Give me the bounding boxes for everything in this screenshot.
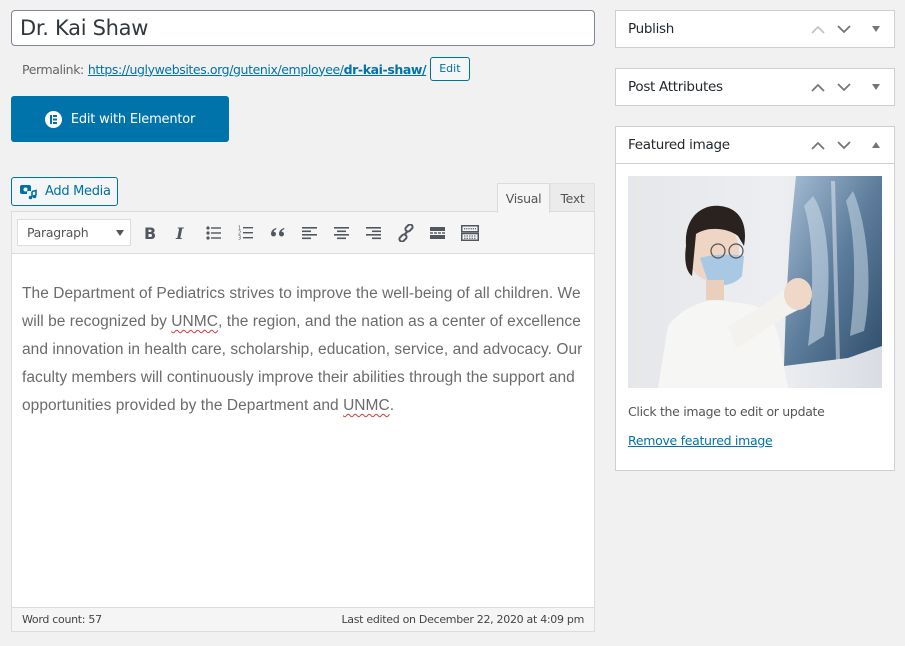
- move-down-button[interactable]: [831, 11, 857, 47]
- metabox-title: Post Attributes: [628, 79, 723, 95]
- chevron-down-icon: [837, 24, 851, 33]
- word-count: Word count: 57: [22, 613, 102, 626]
- misspelled-word[interactable]: UNMC: [171, 313, 218, 330]
- numbered-list-button[interactable]: 1 2 3: [230, 219, 262, 247]
- tab-visual[interactable]: Visual: [497, 183, 550, 213]
- publish-metabox-header[interactable]: Publish: [616, 11, 894, 47]
- bulleted-list-button[interactable]: [198, 219, 230, 247]
- toggle-panel-button[interactable]: [863, 69, 889, 105]
- permalink-row: Permalink: https://uglywebsites.org/gute…: [22, 57, 470, 81]
- svg-text:I: I: [175, 225, 184, 241]
- align-right-button[interactable]: [358, 219, 390, 247]
- content-text: .: [389, 397, 395, 414]
- last-edited: Last edited on December 22, 2020 at 4:09…: [341, 613, 584, 626]
- permalink-link[interactable]: https://uglywebsites.org/gutenix/employe…: [87, 61, 427, 77]
- chevron-up-icon: [811, 25, 825, 34]
- read-more-button[interactable]: [422, 219, 454, 247]
- permalink-edit-button[interactable]: Edit: [430, 57, 470, 81]
- link-icon: [398, 223, 414, 242]
- add-media-button[interactable]: Add Media: [11, 177, 118, 206]
- elementor-label: Edit with Elementor: [70, 111, 196, 127]
- permalink-label: Permalink:: [22, 61, 84, 77]
- align-left-icon: [302, 226, 317, 239]
- editor-statusbar: Word count: 57 Last edited on December 2…: [12, 607, 594, 631]
- format-select[interactable]: Paragraph: [17, 219, 131, 246]
- post-attributes-metabox-header[interactable]: Post Attributes: [616, 69, 894, 105]
- blockquote-button[interactable]: [262, 219, 294, 247]
- tab-text[interactable]: Text: [550, 183, 595, 212]
- add-media-label: Add Media: [45, 184, 111, 199]
- featured-image-metabox: Featured image Click the image to edit o…: [615, 126, 895, 471]
- blockquote-icon: [271, 227, 285, 237]
- insert-link-button[interactable]: [390, 219, 422, 247]
- metabox-title: Featured image: [628, 137, 730, 153]
- chevron-up-icon: [811, 141, 825, 150]
- chevron-down-icon: [116, 229, 124, 236]
- featured-image-hint: Click the image to edit or update: [628, 404, 825, 419]
- align-left-button[interactable]: [294, 219, 326, 247]
- caret-up-icon: [872, 142, 880, 148]
- edit-with-elementor-button[interactable]: Edit with Elementor: [11, 96, 229, 142]
- featured-image-body: Click the image to edit or update Remove…: [616, 163, 894, 470]
- post-title-input[interactable]: Dr. Kai Shaw: [11, 10, 595, 46]
- format-select-value: Paragraph: [27, 225, 89, 240]
- italic-icon: I: [175, 225, 184, 241]
- svg-text:3: 3: [238, 236, 241, 241]
- svg-text:B: B: [144, 225, 156, 241]
- bold-icon: B: [144, 225, 156, 241]
- misspelled-word[interactable]: UNMC: [343, 397, 390, 414]
- read-more-icon: [430, 226, 445, 239]
- align-center-button[interactable]: [326, 219, 358, 247]
- move-up-button[interactable]: [805, 127, 831, 163]
- chevron-down-icon: [837, 82, 851, 91]
- move-down-button[interactable]: [831, 127, 857, 163]
- editor-toolbar: Paragraph B I 1 2 3: [12, 212, 594, 254]
- toolbar-toggle-button[interactable]: [454, 219, 486, 247]
- toggle-panel-button[interactable]: [863, 127, 889, 163]
- post-attributes-metabox: Post Attributes: [615, 68, 895, 106]
- italic-button[interactable]: I: [166, 219, 198, 247]
- move-up-button[interactable]: [805, 69, 831, 105]
- remove-featured-image-link[interactable]: Remove featured image: [628, 433, 773, 448]
- align-center-icon: [334, 226, 349, 239]
- elementor-icon: [44, 110, 62, 128]
- caret-down-icon: [872, 84, 880, 90]
- content-editor: Paragraph B I 1 2 3 The Department of Pe…: [11, 211, 595, 632]
- permalink-base: https://uglywebsites.org/gutenix/employe…: [87, 61, 344, 77]
- move-down-button[interactable]: [831, 69, 857, 105]
- bullet-list-icon: [206, 225, 221, 240]
- editor-content[interactable]: The Department of Pediatrics strives to …: [12, 254, 594, 420]
- caret-down-icon: [872, 26, 880, 32]
- chevron-up-icon: [811, 83, 825, 92]
- align-right-icon: [366, 226, 381, 239]
- keyboard-icon: [461, 224, 479, 241]
- chevron-down-icon: [837, 140, 851, 149]
- featured-image[interactable]: [628, 176, 882, 388]
- bold-button[interactable]: B: [134, 219, 166, 247]
- metabox-title: Publish: [628, 21, 675, 37]
- media-icon: [20, 184, 37, 199]
- permalink-slug: dr-kai-shaw/: [343, 61, 427, 77]
- toggle-panel-button[interactable]: [863, 11, 889, 47]
- publish-metabox: Publish: [615, 10, 895, 48]
- move-up-button[interactable]: [805, 11, 831, 47]
- numbered-list-icon: 1 2 3: [238, 226, 253, 241]
- featured-image-metabox-header[interactable]: Featured image: [616, 127, 894, 163]
